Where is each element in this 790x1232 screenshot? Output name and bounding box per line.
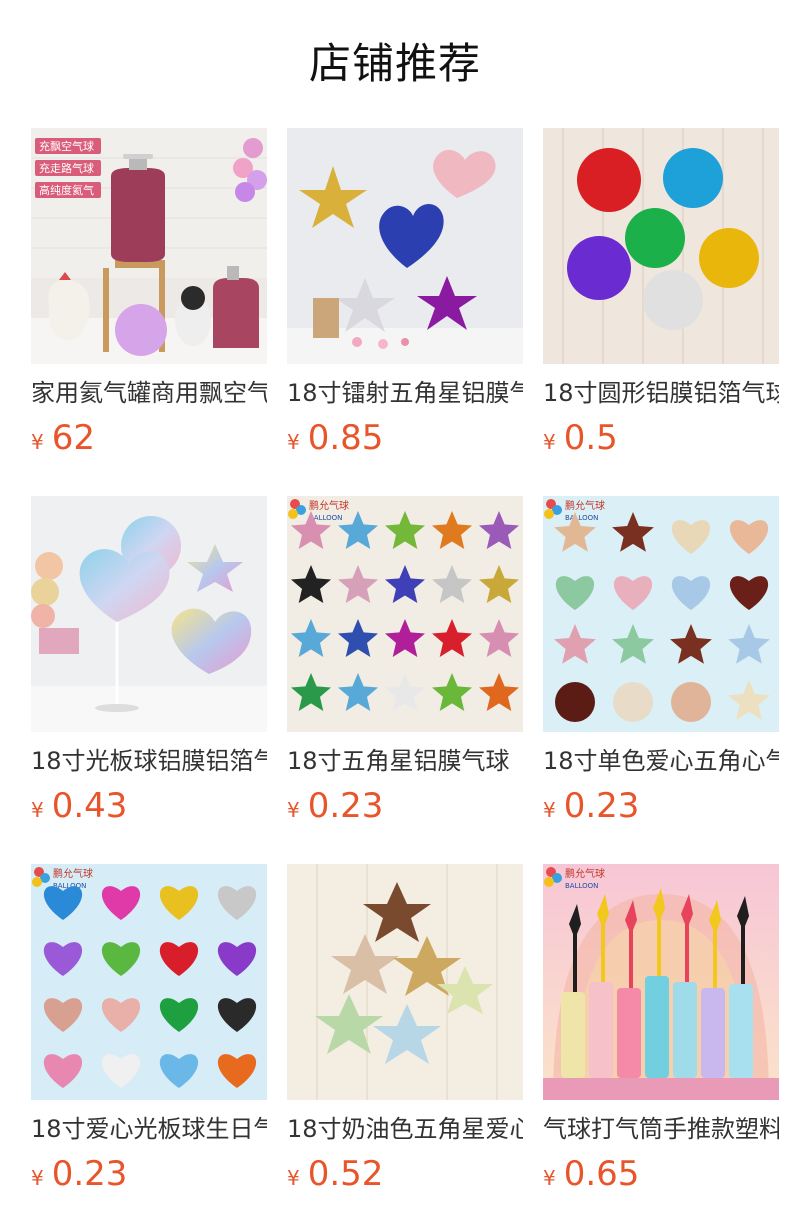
product-image-heart-grid[interactable]: 鹏允气球 BALLOON bbox=[31, 864, 267, 1100]
product-card[interactable]: 18寸奶油色五角星爱心气球 ¥0.52 bbox=[287, 864, 523, 1232]
product-price: ¥0.85 bbox=[287, 414, 523, 462]
product-image-balloon-pumps[interactable]: 鹏允气球 BALLOON bbox=[543, 864, 779, 1100]
product-price: ¥0.23 bbox=[287, 782, 523, 830]
price-value: 0.52 bbox=[307, 1154, 384, 1194]
currency-symbol: ¥ bbox=[287, 798, 300, 822]
product-name[interactable]: 家用氦气罐商用飘空气球 bbox=[31, 376, 267, 410]
product-price: ¥0.5 bbox=[543, 414, 779, 462]
product-card[interactable]: 鹏允气球 BALLOON 18寸爱心光板球生日气球 ¥0.23 bbox=[31, 864, 267, 1232]
currency-symbol: ¥ bbox=[287, 430, 300, 454]
currency-symbol: ¥ bbox=[31, 798, 44, 822]
product-grid: 充飘空气球 充走路气球 高纯度氦气 家用氦气罐商用飘空气 ¥ 62 18寸镭射五… bbox=[31, 128, 779, 1232]
price-value: 0.65 bbox=[563, 1154, 640, 1194]
product-image-helium-tank[interactable]: 充飘空气球 充走路气球 高纯度氦气 bbox=[31, 128, 267, 364]
price-value: 0.5 bbox=[563, 418, 618, 458]
product-card[interactable]: 鹏允气球 BALLOON 18寸单色爱心五角心气球 ¥0.23 bbox=[543, 496, 779, 864]
product-price: ¥0.65 bbox=[543, 1150, 779, 1198]
product-price: ¥62 bbox=[31, 414, 267, 462]
brand-logo-subtext: BALLOON bbox=[565, 882, 598, 890]
product-price: ¥0.43 bbox=[31, 782, 267, 830]
product-name[interactable]: 18寸奶油色五角星爱心气球 bbox=[287, 1112, 523, 1146]
product-name[interactable]: 18寸单色爱心五角心气球 bbox=[543, 744, 779, 778]
image-label: 充走路气球 bbox=[39, 161, 94, 175]
price-value: 62 bbox=[51, 418, 95, 458]
currency-symbol: ¥ bbox=[287, 1166, 300, 1190]
currency-symbol: ¥ bbox=[543, 798, 556, 822]
price-value: 0.43 bbox=[51, 786, 128, 826]
brand-logo-text: 鹏允气球 bbox=[565, 499, 605, 512]
product-name[interactable]: 18寸爱心光板球生日气球 bbox=[31, 1112, 267, 1146]
product-name[interactable]: 18寸光板球铝膜铝箔气球 bbox=[31, 744, 267, 778]
product-price: ¥0.52 bbox=[287, 1150, 523, 1198]
image-label: 高纯度氦气 bbox=[39, 183, 94, 197]
product-name[interactable]: 气球打气筒手推款塑料 bbox=[543, 1112, 779, 1146]
price-value: 0.23 bbox=[51, 1154, 128, 1194]
product-price: ¥0.23 bbox=[31, 1150, 267, 1198]
product-card[interactable]: 鹏允气球 BALLOON 18寸五角星铝膜气球 ¥0.23 bbox=[287, 496, 523, 864]
product-card[interactable]: 鹏允气球 BALLOON 气球打气筒手推款塑料 ¥0.65 bbox=[543, 864, 779, 1232]
brand-logo-text: 鹏允气球 bbox=[565, 867, 605, 880]
product-card[interactable]: 18寸圆形铝膜铝箔气球 ¥0.5 bbox=[543, 128, 779, 496]
currency-symbol: ¥ bbox=[543, 430, 556, 454]
product-card[interactable]: 18寸镭射五角星铝膜气球 ¥0.85 bbox=[287, 128, 523, 496]
round-balloon-icon bbox=[555, 682, 595, 722]
round-balloon-icon bbox=[613, 682, 653, 722]
product-price: ¥0.23 bbox=[543, 782, 779, 830]
product-card[interactable]: 18寸光板球铝膜铝箔气球 ¥0.43 bbox=[31, 496, 267, 864]
product-image-star-grid[interactable]: 鹏允气球 BALLOON bbox=[287, 496, 523, 732]
brand-logo-text: 鹏允气球 bbox=[53, 867, 93, 880]
product-image-round-foil[interactable] bbox=[543, 128, 779, 364]
product-image-laser-star[interactable] bbox=[287, 128, 523, 364]
product-image-mixed-shapes[interactable]: 鹏允气球 BALLOON bbox=[543, 496, 779, 732]
price-value: 0.85 bbox=[307, 418, 384, 458]
price-value: 0.23 bbox=[307, 786, 384, 826]
product-name[interactable]: 18寸五角星铝膜气球 bbox=[287, 744, 523, 778]
round-balloon-icon bbox=[671, 682, 711, 722]
currency-symbol: ¥ bbox=[543, 1166, 556, 1190]
product-name[interactable]: 18寸圆形铝膜铝箔气球 bbox=[543, 376, 779, 410]
product-image-cream-stars[interactable] bbox=[287, 864, 523, 1100]
page-title: 店铺推荐 bbox=[308, 39, 481, 88]
product-image-gradient-foil[interactable] bbox=[31, 496, 267, 732]
currency-symbol: ¥ bbox=[31, 1166, 44, 1190]
currency-symbol: ¥ bbox=[31, 430, 44, 454]
product-card[interactable]: 充飘空气球 充走路气球 高纯度氦气 家用氦气罐商用飘空气 ¥ 62 bbox=[31, 128, 267, 496]
image-label: 充飘空气球 bbox=[39, 139, 94, 153]
product-name[interactable]: 18寸镭射五角星铝膜气球 bbox=[287, 376, 523, 410]
brand-logo-subtext: BALLOON bbox=[565, 514, 598, 522]
price-value: 0.23 bbox=[563, 786, 640, 826]
brand-logo-text: 鹏允气球 bbox=[309, 499, 349, 512]
